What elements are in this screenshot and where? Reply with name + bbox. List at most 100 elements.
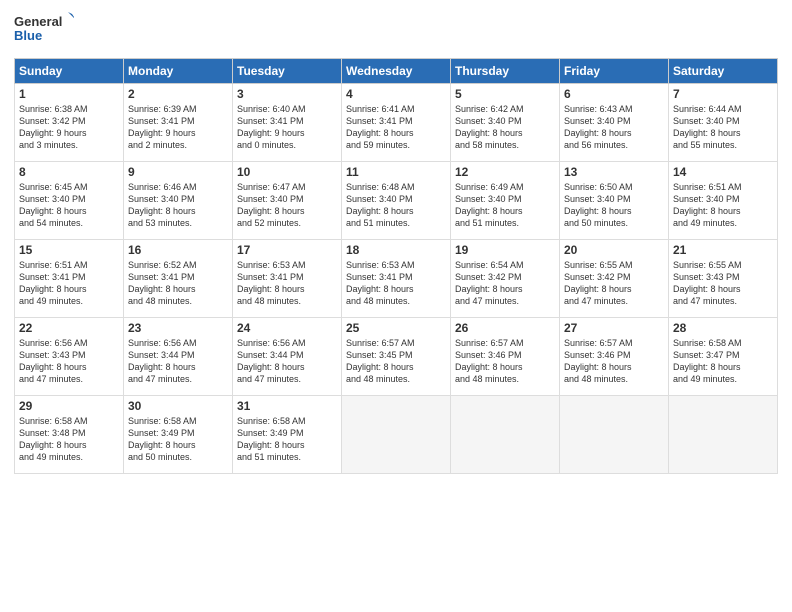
- col-header-wednesday: Wednesday: [342, 59, 451, 84]
- day-info: Sunrise: 6:49 AMSunset: 3:40 PMDaylight:…: [455, 181, 555, 230]
- calendar-cell: 5 Sunrise: 6:42 AMSunset: 3:40 PMDaylight…: [451, 84, 560, 162]
- day-info: Sunrise: 6:57 AMSunset: 3:46 PMDaylight:…: [455, 337, 555, 386]
- logo: General Blue: [14, 10, 74, 50]
- calendar-cell: 17 Sunrise: 6:53 AMSunset: 3:41 PMDayligh…: [233, 240, 342, 318]
- day-number: 17: [237, 243, 337, 257]
- day-info: Sunrise: 6:40 AMSunset: 3:41 PMDaylight:…: [237, 103, 337, 152]
- calendar-cell: 31 Sunrise: 6:58 AMSunset: 3:49 PMDayligh…: [233, 396, 342, 474]
- calendar-cell: 1Sunrise: 6:38 AMSunset: 3:42 PMDaylight…: [15, 84, 124, 162]
- day-info: Sunrise: 6:42 AMSunset: 3:40 PMDaylight:…: [455, 103, 555, 152]
- calendar-cell: 21Sunrise: 6:55 AMSunset: 3:43 PMDayligh…: [669, 240, 778, 318]
- calendar-cell: 7 Sunrise: 6:44 AMSunset: 3:40 PMDaylight…: [669, 84, 778, 162]
- day-info: Sunrise: 6:57 AMSunset: 3:45 PMDaylight:…: [346, 337, 446, 386]
- day-info: Sunrise: 6:53 AMSunset: 3:41 PMDaylight:…: [237, 259, 337, 308]
- calendar-cell: 27 Sunrise: 6:57 AMSunset: 3:46 PMDayligh…: [560, 318, 669, 396]
- calendar-cell: [451, 396, 560, 474]
- header: General Blue: [14, 10, 778, 50]
- day-number: 8: [19, 165, 119, 179]
- day-info: Sunrise: 6:46 AMSunset: 3:40 PMDaylight:…: [128, 181, 228, 230]
- day-number: 23: [128, 321, 228, 335]
- day-info: Sunrise: 6:55 AMSunset: 3:42 PMDaylight:…: [564, 259, 664, 308]
- calendar-cell: 30 Sunrise: 6:58 AMSunset: 3:49 PMDayligh…: [124, 396, 233, 474]
- calendar-cell: 11 Sunrise: 6:48 AMSunset: 3:40 PMDayligh…: [342, 162, 451, 240]
- calendar-cell: [342, 396, 451, 474]
- calendar-cell: 18Sunrise: 6:53 AMSunset: 3:41 PMDayligh…: [342, 240, 451, 318]
- day-number: 11: [346, 165, 446, 179]
- day-info: Sunrise: 6:57 AMSunset: 3:46 PMDaylight:…: [564, 337, 664, 386]
- day-number: 25: [346, 321, 446, 335]
- day-number: 2: [128, 87, 228, 101]
- logo-svg: General Blue: [14, 10, 74, 50]
- day-info: Sunrise: 6:58 AMSunset: 3:47 PMDaylight:…: [673, 337, 773, 386]
- calendar-cell: 29Sunrise: 6:58 AMSunset: 3:48 PMDayligh…: [15, 396, 124, 474]
- day-info: Sunrise: 6:53 AMSunset: 3:41 PMDaylight:…: [346, 259, 446, 308]
- day-number: 19: [455, 243, 555, 257]
- svg-text:General: General: [14, 14, 62, 29]
- calendar-cell: 4 Sunrise: 6:41 AMSunset: 3:41 PMDaylight…: [342, 84, 451, 162]
- calendar-cell: 10Sunrise: 6:47 AMSunset: 3:40 PMDayligh…: [233, 162, 342, 240]
- calendar-cell: 13 Sunrise: 6:50 AMSunset: 3:40 PMDayligh…: [560, 162, 669, 240]
- day-number: 6: [564, 87, 664, 101]
- calendar-cell: 8 Sunrise: 6:45 AMSunset: 3:40 PMDaylight…: [15, 162, 124, 240]
- calendar-cell: 6 Sunrise: 6:43 AMSunset: 3:40 PMDaylight…: [560, 84, 669, 162]
- day-number: 31: [237, 399, 337, 413]
- calendar-cell: 24 Sunrise: 6:56 AMSunset: 3:44 PMDayligh…: [233, 318, 342, 396]
- day-info: Sunrise: 6:45 AMSunset: 3:40 PMDaylight:…: [19, 181, 119, 230]
- day-info: Sunrise: 6:43 AMSunset: 3:40 PMDaylight:…: [564, 103, 664, 152]
- day-info: Sunrise: 6:56 AMSunset: 3:44 PMDaylight:…: [237, 337, 337, 386]
- day-info: Sunrise: 6:51 AMSunset: 3:40 PMDaylight:…: [673, 181, 773, 230]
- day-info: Sunrise: 6:58 AMSunset: 3:49 PMDaylight:…: [128, 415, 228, 464]
- svg-text:Blue: Blue: [14, 28, 42, 43]
- col-header-sunday: Sunday: [15, 59, 124, 84]
- calendar-cell: [669, 396, 778, 474]
- calendar-cell: 23 Sunrise: 6:56 AMSunset: 3:44 PMDayligh…: [124, 318, 233, 396]
- day-number: 26: [455, 321, 555, 335]
- day-info: Sunrise: 6:56 AMSunset: 3:44 PMDaylight:…: [128, 337, 228, 386]
- day-number: 21: [673, 243, 773, 257]
- day-info: Sunrise: 6:52 AMSunset: 3:41 PMDaylight:…: [128, 259, 228, 308]
- calendar-cell: 9 Sunrise: 6:46 AMSunset: 3:40 PMDaylight…: [124, 162, 233, 240]
- day-info: Sunrise: 6:56 AMSunset: 3:43 PMDaylight:…: [19, 337, 119, 386]
- day-info: Sunrise: 6:48 AMSunset: 3:40 PMDaylight:…: [346, 181, 446, 230]
- day-number: 5: [455, 87, 555, 101]
- col-header-monday: Monday: [124, 59, 233, 84]
- day-info: Sunrise: 6:58 AMSunset: 3:49 PMDaylight:…: [237, 415, 337, 464]
- calendar-cell: 14 Sunrise: 6:51 AMSunset: 3:40 PMDayligh…: [669, 162, 778, 240]
- day-number: 7: [673, 87, 773, 101]
- col-header-tuesday: Tuesday: [233, 59, 342, 84]
- calendar-cell: 3 Sunrise: 6:40 AMSunset: 3:41 PMDaylight…: [233, 84, 342, 162]
- calendar-cell: 19 Sunrise: 6:54 AMSunset: 3:42 PMDayligh…: [451, 240, 560, 318]
- day-info: Sunrise: 6:54 AMSunset: 3:42 PMDaylight:…: [455, 259, 555, 308]
- day-info: Sunrise: 6:39 AMSunset: 3:41 PMDaylight:…: [128, 103, 228, 152]
- col-header-saturday: Saturday: [669, 59, 778, 84]
- page-container: General Blue SundayMondayTuesdayWednesda…: [0, 0, 792, 484]
- day-number: 9: [128, 165, 228, 179]
- calendar-cell: 16 Sunrise: 6:52 AMSunset: 3:41 PMDayligh…: [124, 240, 233, 318]
- day-number: 20: [564, 243, 664, 257]
- calendar-cell: 22Sunrise: 6:56 AMSunset: 3:43 PMDayligh…: [15, 318, 124, 396]
- calendar-cell: 25 Sunrise: 6:57 AMSunset: 3:45 PMDayligh…: [342, 318, 451, 396]
- calendar-table: SundayMondayTuesdayWednesdayThursdayFrid…: [14, 58, 778, 474]
- day-number: 16: [128, 243, 228, 257]
- calendar-cell: 2 Sunrise: 6:39 AMSunset: 3:41 PMDaylight…: [124, 84, 233, 162]
- day-info: Sunrise: 6:44 AMSunset: 3:40 PMDaylight:…: [673, 103, 773, 152]
- day-number: 13: [564, 165, 664, 179]
- day-number: 12: [455, 165, 555, 179]
- day-info: Sunrise: 6:51 AMSunset: 3:41 PMDaylight:…: [19, 259, 119, 308]
- day-info: Sunrise: 6:47 AMSunset: 3:40 PMDaylight:…: [237, 181, 337, 230]
- day-number: 4: [346, 87, 446, 101]
- day-info: Sunrise: 6:58 AMSunset: 3:48 PMDaylight:…: [19, 415, 119, 464]
- day-number: 28: [673, 321, 773, 335]
- col-header-thursday: Thursday: [451, 59, 560, 84]
- day-info: Sunrise: 6:50 AMSunset: 3:40 PMDaylight:…: [564, 181, 664, 230]
- day-number: 24: [237, 321, 337, 335]
- calendar-cell: [560, 396, 669, 474]
- day-info: Sunrise: 6:41 AMSunset: 3:41 PMDaylight:…: [346, 103, 446, 152]
- day-number: 14: [673, 165, 773, 179]
- day-number: 3: [237, 87, 337, 101]
- col-header-friday: Friday: [560, 59, 669, 84]
- day-number: 30: [128, 399, 228, 413]
- day-info: Sunrise: 6:38 AMSunset: 3:42 PMDaylight:…: [19, 103, 119, 152]
- calendar-cell: 12 Sunrise: 6:49 AMSunset: 3:40 PMDayligh…: [451, 162, 560, 240]
- day-number: 27: [564, 321, 664, 335]
